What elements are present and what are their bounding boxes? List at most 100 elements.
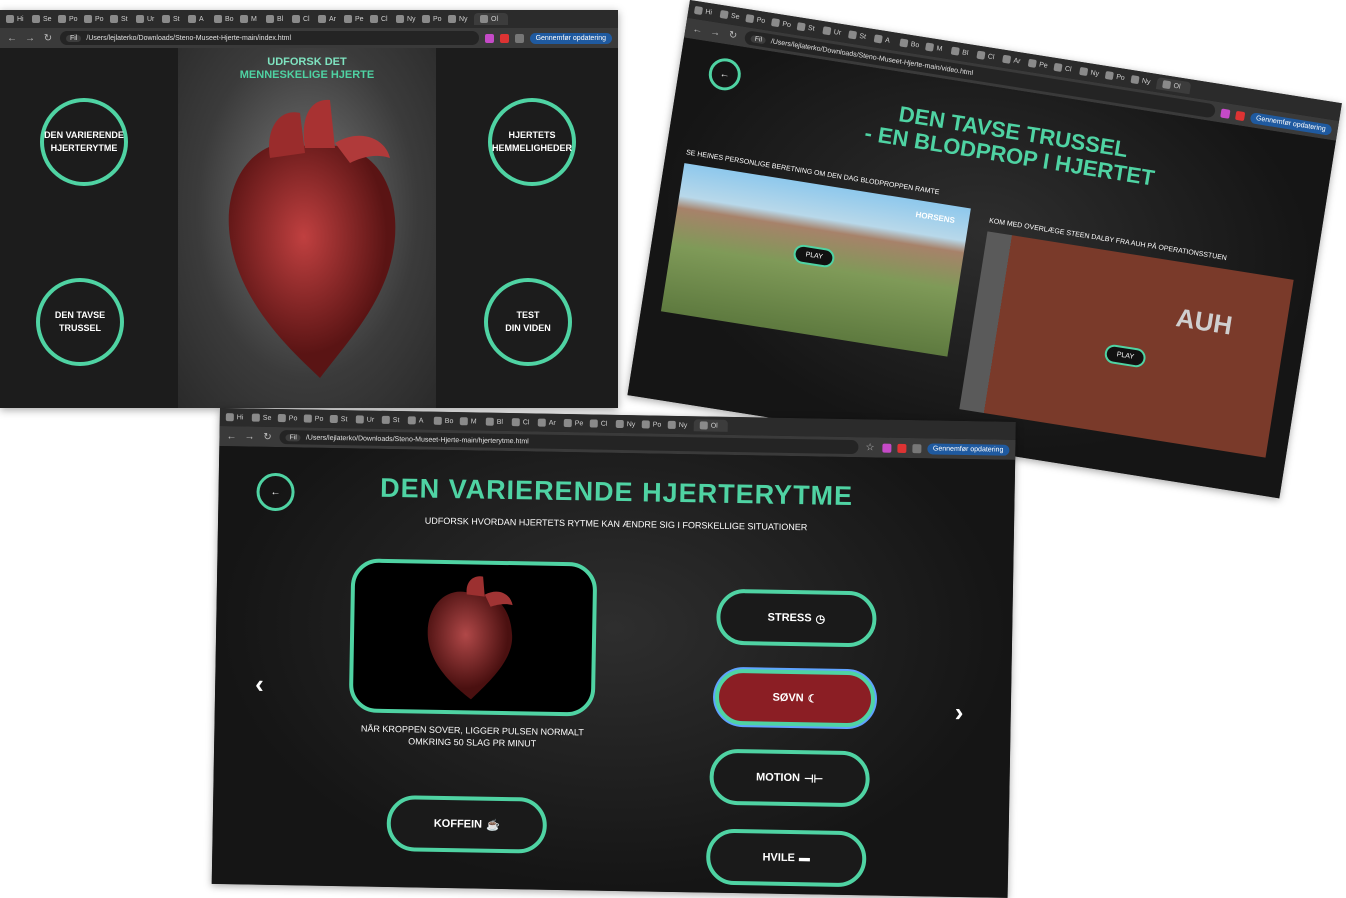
extension-icon[interactable] — [1219, 107, 1231, 119]
caffeine-button[interactable]: KOFFEIN ☕ — [386, 794, 548, 854]
browser-tab[interactable]: St — [796, 22, 820, 33]
tab-label: Se — [43, 15, 52, 23]
browser-tab[interactable]: Ur — [822, 26, 845, 37]
sleep-button[interactable]: SØVN ☾ — [714, 668, 876, 728]
back-nav-icon[interactable]: ← — [6, 33, 18, 44]
extension-icon[interactable] — [881, 443, 892, 453]
browser-tab[interactable]: Se — [719, 9, 743, 21]
reload-icon[interactable]: ↻ — [42, 33, 54, 44]
browser-tab[interactable]: Ol — [1155, 77, 1192, 95]
browser-tab[interactable]: Ny — [615, 419, 638, 429]
browser-tab[interactable]: Bl — [266, 15, 288, 23]
rest-button[interactable]: HVILE ▬ — [705, 828, 867, 888]
browser-tab[interactable]: Hi — [693, 5, 717, 17]
browser-tab[interactable]: Cl — [292, 15, 314, 23]
browser-tab[interactable]: Ur — [355, 415, 378, 424]
browser-tab[interactable]: M — [925, 42, 948, 53]
puzzle-icon[interactable] — [514, 33, 524, 43]
browser-tab[interactable]: Ar — [318, 15, 340, 23]
play-button[interactable]: PLAY — [1103, 343, 1148, 369]
browser-tab[interactable]: Ny — [1130, 75, 1153, 86]
browser-tab[interactable]: Cl — [370, 15, 392, 23]
back-nav-icon[interactable]: ← — [225, 431, 237, 442]
update-button[interactable]: Gennemfør opdatering — [926, 442, 1010, 456]
browser-tab[interactable]: Se — [32, 15, 54, 23]
url-bar[interactable]: Fil /Users/lejlaterko/Downloads/Steno-Mu… — [60, 31, 479, 45]
browser-tab[interactable]: St — [162, 15, 184, 23]
exercise-button[interactable]: MOTION ⊣⊢ — [709, 748, 871, 808]
browser-tab[interactable]: A — [873, 34, 897, 45]
reload-icon[interactable]: ↻ — [261, 431, 273, 442]
browser-tab[interactable]: M — [240, 15, 262, 23]
favicon-icon — [699, 421, 708, 430]
browser-tab[interactable]: Cl — [589, 419, 612, 428]
browser-tab[interactable]: St — [847, 30, 871, 41]
browser-tab[interactable]: Bo — [899, 38, 922, 49]
extension-icon[interactable] — [1234, 110, 1245, 121]
browser-tab[interactable]: Cl — [976, 50, 999, 62]
browser-tab[interactable]: Po — [641, 420, 664, 429]
browser-tab[interactable]: Cl — [511, 418, 534, 427]
tab-label: Se — [730, 12, 741, 21]
browser-tab[interactable]: Po — [422, 15, 444, 23]
browser-tab[interactable]: Ny — [396, 15, 418, 23]
browser-tab[interactable]: Bl — [485, 417, 508, 426]
browser-tab[interactable]: Po — [84, 15, 106, 23]
nav-silent-threat[interactable]: DEN TAVSE TRUSSEL — [36, 278, 124, 366]
browser-tab[interactable]: Po — [58, 15, 80, 23]
forward-nav-icon[interactable]: → — [708, 26, 722, 39]
browser-tab[interactable]: Hi — [6, 15, 28, 23]
browser-tab[interactable]: Ar — [1002, 54, 1025, 66]
browser-tab[interactable]: Pe — [1027, 58, 1051, 70]
nav-variable-rhythm[interactable]: DEN VARIERENDE HJERTERYTME — [40, 98, 128, 186]
browser-tab[interactable]: Se — [251, 413, 274, 422]
browser-tab[interactable]: Ol — [693, 419, 728, 432]
heart-illustration — [228, 99, 396, 378]
back-button[interactable]: ← — [706, 56, 744, 93]
browser-tab[interactable]: Bo — [214, 15, 236, 23]
tab-label: Po — [652, 421, 662, 429]
browser-tab[interactable]: Pe — [344, 15, 366, 23]
extension-icon[interactable] — [499, 33, 509, 43]
reload-icon[interactable]: ↻ — [726, 29, 740, 42]
browser-tab[interactable]: A — [407, 416, 430, 425]
browser-tab[interactable]: Po — [277, 414, 300, 423]
next-arrow[interactable]: › — [955, 697, 964, 728]
browser-tab[interactable]: Po — [1104, 70, 1128, 82]
browser-tab[interactable]: Ny — [1079, 66, 1102, 78]
puzzle-icon[interactable] — [911, 443, 922, 453]
browser-tab[interactable]: Ny — [448, 15, 470, 23]
nav-test-knowledge[interactable]: TEST DIN VIDEN — [484, 278, 572, 366]
browser-tab[interactable]: St — [329, 414, 352, 424]
browser-tab[interactable]: Po — [303, 414, 326, 423]
forward-nav-icon[interactable]: → — [243, 431, 255, 442]
browser-tab[interactable]: Bl — [950, 46, 974, 58]
play-button[interactable]: PLAY — [792, 243, 837, 269]
heart-video[interactable] — [348, 558, 598, 717]
browser-tab[interactable]: St — [110, 15, 132, 23]
browser-tab[interactable]: M — [459, 417, 482, 426]
file-chip: Fil — [750, 34, 767, 44]
browser-tab[interactable]: Ol — [474, 13, 508, 25]
tab-label: Cl — [600, 420, 608, 428]
browser-tab[interactable]: A — [188, 15, 210, 23]
browser-tab[interactable]: Pe — [563, 419, 586, 428]
browser-tab[interactable]: Ur — [136, 15, 158, 23]
extension-icon[interactable] — [896, 443, 907, 453]
browser-tab[interactable]: Hi — [225, 413, 248, 422]
nav-heart-secrets[interactable]: HJERTETS HEMMELIGHEDER — [488, 98, 576, 186]
forward-nav-icon[interactable]: → — [24, 33, 36, 44]
browser-tab[interactable]: Bo — [433, 416, 456, 425]
bookmark-star-icon[interactable]: ☆ — [864, 442, 876, 453]
prev-arrow[interactable]: ‹ — [255, 669, 264, 700]
update-button[interactable]: Gennemfør opdatering — [529, 32, 612, 44]
extension-icon[interactable] — [484, 33, 494, 43]
browser-tab[interactable]: Ny — [667, 420, 690, 429]
browser-tab[interactable]: Ar — [537, 418, 560, 427]
browser-tab[interactable]: Cl — [1053, 62, 1076, 74]
browser-tab[interactable]: Po — [745, 14, 768, 25]
back-nav-icon[interactable]: ← — [691, 23, 705, 36]
browser-tab[interactable]: St — [381, 415, 404, 424]
browser-tab[interactable]: Po — [770, 18, 794, 29]
stress-button[interactable]: STRESS ◷ — [715, 588, 877, 648]
